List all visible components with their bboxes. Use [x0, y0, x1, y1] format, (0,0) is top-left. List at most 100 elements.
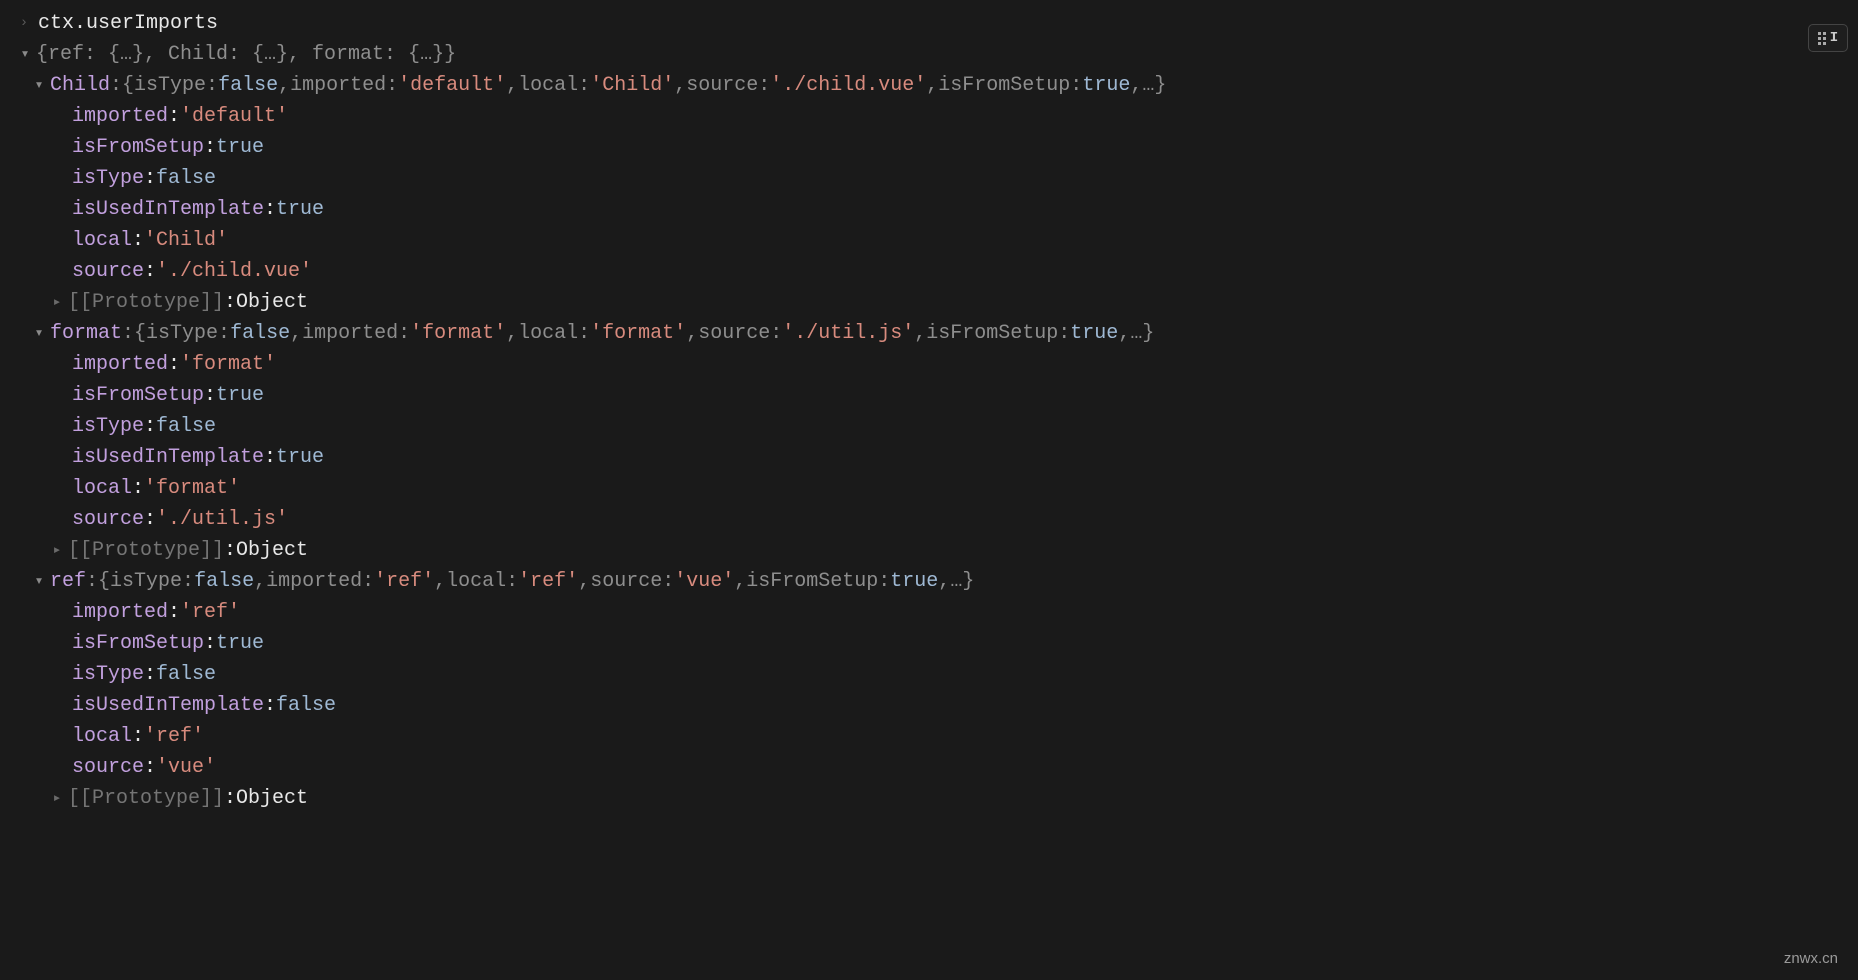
separator: : — [122, 319, 134, 348]
property-key: imported — [72, 350, 168, 379]
property-key: isUsedInTemplate — [72, 691, 264, 720]
property-row[interactable]: isUsedInTemplate: true — [0, 442, 1858, 473]
property-key: isUsedInTemplate — [72, 443, 264, 472]
summary-key: isType: — [134, 71, 218, 100]
separator: : — [86, 567, 98, 596]
toolbar-label: I — [1830, 28, 1838, 48]
root-object-row[interactable]: ▾ {ref: {…}, Child: {…}, format: {…}} — [0, 39, 1858, 70]
prompt-icon: › — [18, 13, 30, 33]
chevron-down-icon[interactable]: ▾ — [14, 44, 36, 66]
property-row[interactable]: local: 'Child' — [0, 225, 1858, 256]
property-value: 'default' — [180, 102, 288, 131]
summary-value: 'ref' — [374, 567, 434, 596]
summary-key: local: — [518, 71, 590, 100]
summary-key: imported: — [290, 71, 398, 100]
property-row[interactable]: isType: false — [0, 659, 1858, 690]
chevron-down-icon[interactable]: ▾ — [28, 323, 50, 345]
property-value: false — [156, 412, 216, 441]
property-row[interactable]: source: './util.js' — [0, 504, 1858, 535]
prototype-label: [[Prototype]] — [68, 784, 224, 813]
property-row[interactable]: isUsedInTemplate: true — [0, 194, 1858, 225]
property-key: source — [72, 257, 144, 286]
summary-key: isFromSetup: — [938, 71, 1082, 100]
summary-value: './child.vue' — [770, 71, 926, 100]
property-row[interactable]: isUsedInTemplate: false — [0, 690, 1858, 721]
prototype-row[interactable]: ▸[[Prototype]]: Object — [0, 535, 1858, 566]
prototype-row[interactable]: ▸[[Prototype]]: Object — [0, 287, 1858, 318]
property-row[interactable]: imported: 'format' — [0, 349, 1858, 380]
property-value: true — [216, 133, 264, 162]
chevron-down-icon[interactable]: ▾ — [28, 571, 50, 593]
summary-key: local: — [518, 319, 590, 348]
property-key: imported — [72, 102, 168, 131]
prototype-value: Object — [236, 784, 308, 813]
object-key: Child — [50, 71, 110, 100]
property-row[interactable]: isType: false — [0, 411, 1858, 442]
property-key: isFromSetup — [72, 629, 204, 658]
property-value: 'Child' — [144, 226, 228, 255]
summary-key: isFromSetup: — [746, 567, 890, 596]
property-value: 'vue' — [156, 753, 216, 782]
property-value: true — [276, 443, 324, 472]
property-key: isFromSetup — [72, 381, 204, 410]
chevron-right-icon[interactable]: ▸ — [46, 292, 68, 314]
property-value: false — [276, 691, 336, 720]
summary-key: imported: — [266, 567, 374, 596]
summary-key: imported: — [302, 319, 410, 348]
summary-value: 'ref' — [518, 567, 578, 596]
property-value: true — [216, 629, 264, 658]
property-row[interactable]: isFromSetup: true — [0, 380, 1858, 411]
summary-key: local: — [446, 567, 518, 596]
summary-key: source: — [686, 71, 770, 100]
prototype-row[interactable]: ▸[[Prototype]]: Object — [0, 783, 1858, 814]
summary-value: true — [1070, 319, 1118, 348]
chevron-down-icon[interactable]: ▾ — [28, 75, 50, 97]
summary-value: 'vue' — [674, 567, 734, 596]
object-entry-row[interactable]: ▾ref: {isType: false, imported: 'ref', l… — [0, 566, 1858, 597]
property-value: 'format' — [180, 350, 276, 379]
property-key: local — [72, 722, 132, 751]
property-row[interactable]: source: 'vue' — [0, 752, 1858, 783]
property-row[interactable]: imported: 'ref' — [0, 597, 1858, 628]
property-value: 'format' — [144, 474, 240, 503]
drag-handle-icon — [1818, 32, 1826, 45]
property-row[interactable]: local: 'format' — [0, 473, 1858, 504]
summary-value: 'Child' — [590, 71, 674, 100]
summary-value: './util.js' — [782, 319, 914, 348]
property-key: isType — [72, 164, 144, 193]
property-row[interactable]: source: './child.vue' — [0, 256, 1858, 287]
property-value: true — [276, 195, 324, 224]
property-row[interactable]: isType: false — [0, 163, 1858, 194]
property-key: isType — [72, 660, 144, 689]
property-row[interactable]: imported: 'default' — [0, 101, 1858, 132]
property-key: isFromSetup — [72, 133, 204, 162]
summary-value: true — [1082, 71, 1130, 100]
object-key: ref — [50, 567, 86, 596]
summary-key: isFromSetup: — [926, 319, 1070, 348]
summary-key: source: — [698, 319, 782, 348]
summary-value: 'format' — [410, 319, 506, 348]
watermark-text: znwx.cn — [1784, 948, 1838, 970]
console-input-row: › ctx.userImports — [0, 8, 1858, 39]
property-key: isType — [72, 412, 144, 441]
property-value: true — [216, 381, 264, 410]
object-entry-row[interactable]: ▾Child: {isType: false, imported: 'defau… — [0, 70, 1858, 101]
chevron-right-icon[interactable]: ▸ — [46, 788, 68, 810]
summary-key: source: — [590, 567, 674, 596]
prototype-value: Object — [236, 288, 308, 317]
summary-value: 'default' — [398, 71, 506, 100]
toolbar-drag-button[interactable]: I — [1808, 24, 1848, 52]
property-value: './util.js' — [156, 505, 288, 534]
property-value: 'ref' — [144, 722, 204, 751]
property-row[interactable]: isFromSetup: true — [0, 132, 1858, 163]
property-row[interactable]: isFromSetup: true — [0, 628, 1858, 659]
separator: : — [110, 71, 122, 100]
summary-key: isType: — [146, 319, 230, 348]
ellipsis: … — [1130, 319, 1142, 348]
object-entry-row[interactable]: ▾format: {isType: false, imported: 'form… — [0, 318, 1858, 349]
object-key: format — [50, 319, 122, 348]
property-row[interactable]: local: 'ref' — [0, 721, 1858, 752]
chevron-right-icon[interactable]: ▸ — [46, 540, 68, 562]
summary-value: 'format' — [590, 319, 686, 348]
prototype-label: [[Prototype]] — [68, 288, 224, 317]
